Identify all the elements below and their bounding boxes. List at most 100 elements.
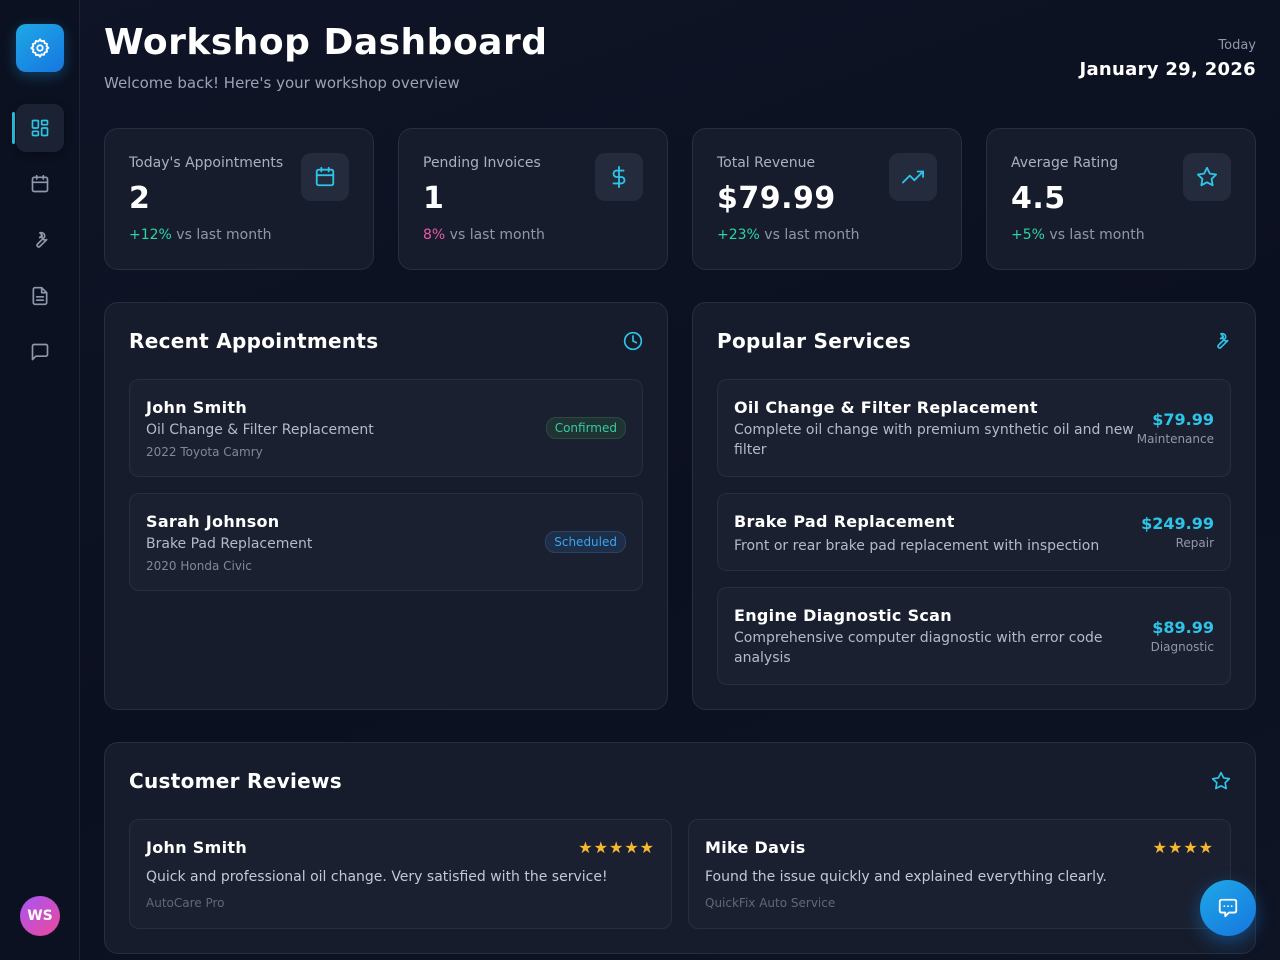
stat-change-percent: +5% [1011,227,1045,243]
service-name: Engine Diagnostic Scan [734,606,952,625]
reviewer-name: John Smith [146,838,248,857]
reviewer-name: Mike Davis [705,838,806,857]
service-category: Diagnostic [1150,640,1214,654]
service-name: Brake Pad Replacement [734,512,955,531]
review-shop: QuickFix Auto Service [705,896,836,910]
chat-icon [1218,898,1238,918]
stat-icon-box [889,153,937,201]
rating-stars: ★★★★★ [578,838,655,857]
stat-change-suffix: vs last month [445,227,545,243]
calendar-icon [315,166,335,187]
service-description: Complete oil change with premium synthet… [734,422,1134,458]
review-text: Found the issue quickly and explained ev… [705,869,1107,885]
service-category: Repair [1175,536,1214,550]
sidebar-item-dashboard[interactable] [16,104,64,152]
service-description: Front or rear brake pad replacement with… [734,538,1100,554]
service-price: $249.99 [1141,514,1214,533]
service-item[interactable]: Engine Diagnostic Scan Comprehensive com… [717,587,1231,685]
stat-change-percent: +23% [717,227,760,243]
dollar-icon [612,166,626,188]
app-logo[interactable] [16,24,64,72]
customer-name: Sarah Johnson [146,512,280,531]
star-icon [1211,771,1231,790]
review-shop: AutoCare Pro [146,896,225,910]
document-icon [32,286,48,306]
stat-change-percent: 8% [423,227,446,243]
dashboard-icon [31,119,49,137]
appointment-item[interactable]: John Smith Oil Change & Filter Replaceme… [129,379,643,477]
active-nav-indicator [12,112,15,144]
appointment-vehicle: 2020 Honda Civic [146,559,252,573]
stat-change: +5% vs last month [1011,227,1145,243]
service-price: $79.99 [1152,410,1214,429]
review-card[interactable]: John Smith ★★★★★ Quick and professional … [129,819,672,929]
stat-value: 4.5 [1011,181,1066,216]
message-icon [31,343,49,361]
rating-stars: ★★★★ [1152,838,1214,857]
stat-icon-box [595,153,643,201]
recent-appointments-panel: Recent Appointments John Smith Oil Chang… [104,302,668,710]
service-description: Comprehensive computer diagnostic with e… [734,630,1103,666]
page-title: Workshop Dashboard [104,22,548,63]
stat-card-invoices: Pending Invoices 1 8% vs last month [398,128,668,270]
current-date: January 29, 2026 [1079,59,1256,80]
stat-value: $79.99 [717,181,836,216]
customer-name: John Smith [146,398,248,417]
stat-icon-box [1183,153,1231,201]
page-subtitle: Welcome back! Here's your workshop overv… [104,74,460,92]
panel-title: Recent Appointments [129,329,379,353]
sidebar-item-services[interactable] [16,216,64,264]
appointment-item[interactable]: Sarah Johnson Brake Pad Replacement 2020… [129,493,643,591]
review-text: Quick and professional oil change. Very … [146,869,608,885]
stat-label: Average Rating [1011,155,1119,171]
wrench-icon [1217,332,1229,349]
appointment-service: Oil Change & Filter Replacement [146,422,374,438]
date-label: Today [1218,38,1256,53]
status-badge: Scheduled [545,531,626,553]
stat-icon-box [301,153,349,201]
stat-change: +12% vs last month [129,227,271,243]
panel-header-icon [621,329,645,353]
user-avatar[interactable]: WS [20,896,60,936]
stat-change-percent: +12% [129,227,172,243]
panel-title: Popular Services [717,329,911,353]
appointment-vehicle: 2022 Toyota Camry [146,445,263,459]
panel-title: Customer Reviews [129,769,342,793]
sidebar-item-messages[interactable] [16,328,64,376]
stat-label: Pending Invoices [423,155,541,171]
chat-button[interactable] [1200,880,1256,936]
customer-reviews-panel: Customer Reviews John Smith ★★★★★ Quick … [104,742,1256,954]
stat-label: Today's Appointments [129,155,284,171]
service-price: $89.99 [1152,618,1214,637]
service-category: Maintenance [1136,432,1214,446]
stat-card-rating: Average Rating 4.5 +5% vs last month [986,128,1256,270]
popular-services-panel: Popular Services Oil Change & Filter Rep… [692,302,1256,710]
sidebar-item-invoices[interactable] [16,272,64,320]
calendar-icon [31,174,49,193]
star-icon [1196,166,1218,187]
wrench-icon [36,231,48,248]
stat-change-suffix: vs last month [759,227,860,243]
stat-value: 1 [423,181,445,216]
stat-change: +23% vs last month [717,227,859,243]
trending-up-icon [902,170,924,184]
stat-label: Total Revenue [717,155,816,171]
stat-card-appointments: Today's Appointments 2 +12% vs last mont… [104,128,374,270]
status-badge: Confirmed [545,417,626,439]
sidebar-item-calendar[interactable] [16,160,64,208]
stat-card-revenue: Total Revenue $79.99 +23% vs last month [692,128,962,270]
stat-value: 2 [129,181,151,216]
service-name: Oil Change & Filter Replacement [734,398,1038,417]
sidebar: WS [0,0,80,960]
panel-header-icon [1209,769,1233,793]
gear-icon [30,38,50,58]
stat-change-suffix: vs last month [1044,227,1145,243]
stat-change-suffix: vs last month [171,227,272,243]
appointment-service: Brake Pad Replacement [146,536,313,552]
review-card[interactable]: Mike Davis ★★★★ Found the issue quickly … [688,819,1231,929]
service-item[interactable]: Oil Change & Filter Replacement Complete… [717,379,1231,477]
service-item[interactable]: Brake Pad Replacement Front or rear brak… [717,493,1231,571]
stat-change: 8% vs last month [423,227,545,243]
panel-header-icon [1209,329,1233,353]
clock-icon [623,331,643,351]
